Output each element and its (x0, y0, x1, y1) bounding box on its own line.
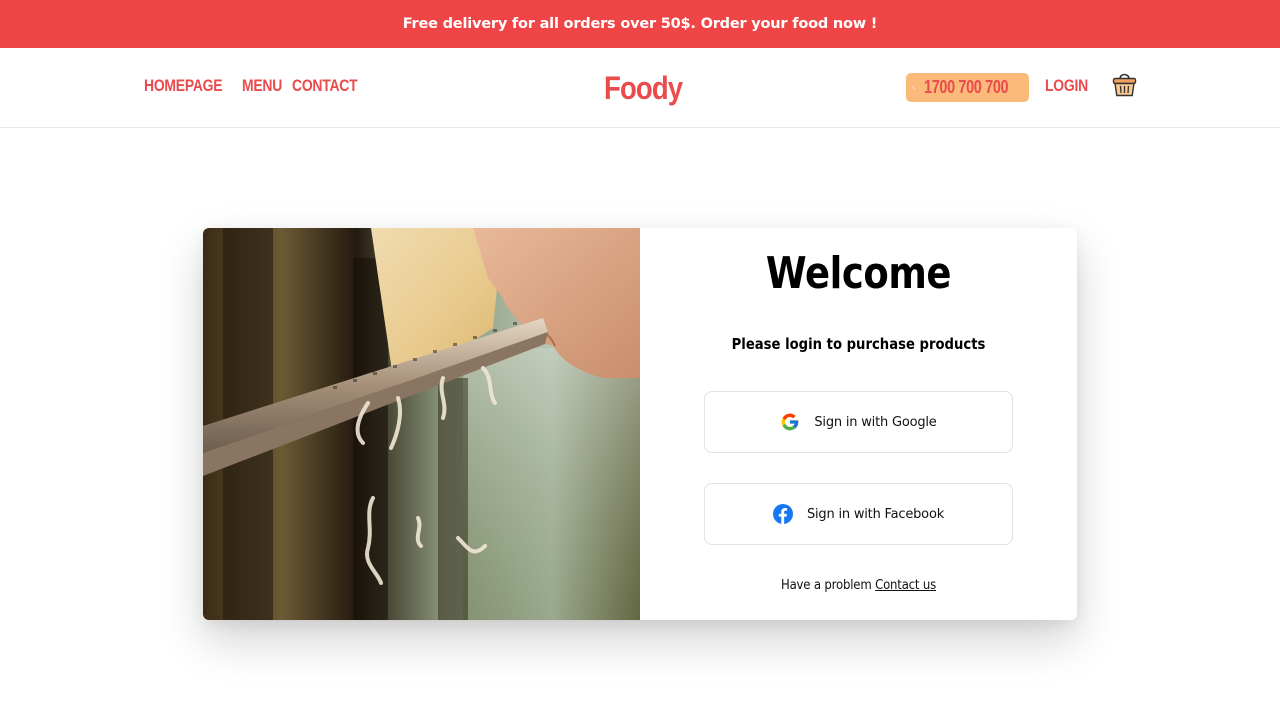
phone-button[interactable]: 1700 700 700 (906, 73, 1029, 102)
nav-link-menu[interactable]: MENU (242, 76, 282, 96)
google-signin-label: Sign in with Google (814, 414, 937, 430)
brand-logo[interactable]: Foody (604, 70, 683, 107)
phone-number: 1700 700 700 (923, 77, 1009, 97)
google-signin-button[interactable]: Sign in with Google (704, 391, 1013, 453)
cheese-grating-photo (203, 228, 640, 620)
login-subtitle: Please login to purchase products (731, 335, 986, 353)
shopping-basket-icon[interactable] (1112, 70, 1137, 98)
navbar: HOMEPAGE MENU CONTACT Foody 1700 700 700… (0, 48, 1280, 128)
primary-nav: HOMEPAGE MENU CONTACT (144, 76, 358, 96)
login-link[interactable]: LOGIN (1045, 76, 1088, 96)
help-text: Have a problem (780, 578, 872, 593)
contact-us-link[interactable]: Contact us (875, 578, 936, 593)
login-panel: Welcome Please login to purchase product… (640, 228, 1077, 620)
facebook-icon (772, 504, 793, 524)
facebook-signin-label: Sign in with Facebook (806, 506, 945, 522)
nav-link-contact[interactable]: CONTACT (292, 76, 358, 96)
promo-banner: Free delivery for all orders over 50$. O… (0, 0, 1280, 48)
login-card: Welcome Please login to purchase product… (203, 228, 1077, 620)
google-icon (782, 413, 799, 431)
nav-link-homepage[interactable]: HOMEPAGE (144, 76, 223, 96)
promo-text: Free delivery for all orders over 50$. O… (402, 16, 878, 32)
help-line: Have a problem Contact us (662, 578, 1055, 593)
facebook-signin-button[interactable]: Sign in with Facebook (704, 483, 1013, 545)
welcome-title: Welcome (765, 248, 952, 299)
phone-icon (912, 86, 916, 89)
